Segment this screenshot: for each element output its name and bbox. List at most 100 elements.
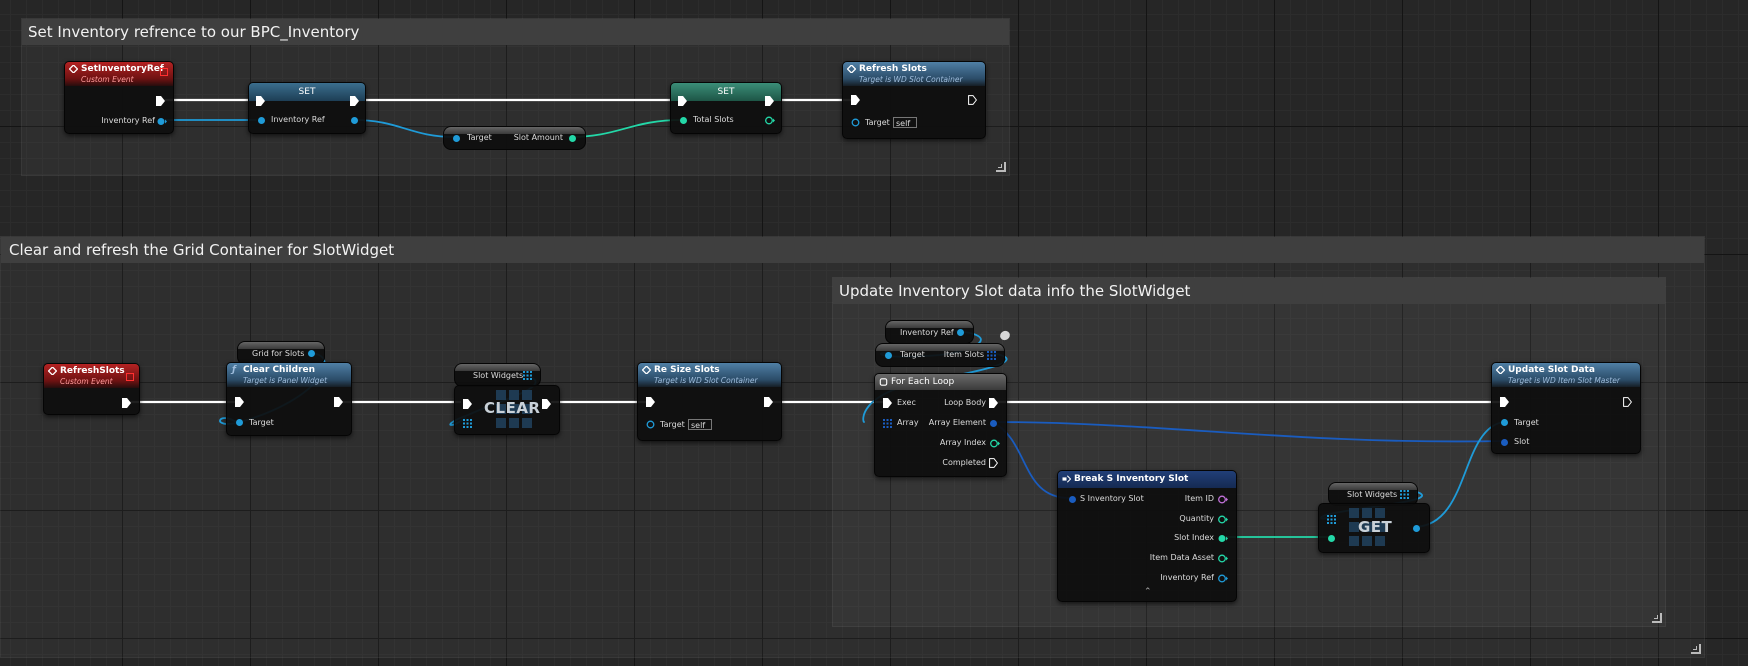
object-in-pin[interactable] xyxy=(235,418,244,427)
integer-out-pin[interactable] xyxy=(568,134,577,143)
exec-out-pin[interactable] xyxy=(764,397,773,407)
struct-in-pin[interactable] xyxy=(1500,438,1509,447)
node-title: SET xyxy=(717,87,735,97)
object-out-pin[interactable] xyxy=(157,117,167,126)
struct-out-pin[interactable] xyxy=(989,419,998,428)
object-in-pin[interactable] xyxy=(851,118,861,127)
event-icon xyxy=(69,65,78,73)
break-inventory-slot-node[interactable]: Break S Inventory Slot S Inventory Slot … xyxy=(1057,470,1237,602)
pin-label-target: Target xyxy=(1514,418,1539,427)
name-out-pin[interactable] xyxy=(1218,495,1228,504)
struct-in-pin[interactable] xyxy=(1068,495,1077,504)
object-in-pin[interactable] xyxy=(646,420,656,429)
array-clear-node[interactable]: CLEAR xyxy=(454,385,560,435)
integer-out-pin[interactable] xyxy=(1218,534,1228,543)
function-f-icon: ƒ xyxy=(232,365,236,375)
slot-widgets-getter-node-1[interactable]: Slot Widgets xyxy=(454,363,541,387)
integer-in-pin[interactable] xyxy=(679,116,688,125)
node-header: RefreshSlots Custom Event xyxy=(44,364,139,388)
for-each-loop-node[interactable]: For Each Loop Exec Loop Body Array Array… xyxy=(874,373,1007,477)
array-in-pin[interactable] xyxy=(463,419,472,428)
item-slots-getter-node[interactable]: Target Item Slots xyxy=(875,343,1005,367)
pin-label-inventory-ref: Inventory Ref xyxy=(271,115,325,124)
update-slot-data-node[interactable]: Update Slot Data Target is WD Item Slot … xyxy=(1491,362,1641,454)
exec-out-pin[interactable] xyxy=(765,96,774,106)
object-out-pin[interactable] xyxy=(1218,554,1228,563)
exec-in-pin[interactable] xyxy=(235,397,244,407)
exec-in-pin[interactable] xyxy=(256,96,265,106)
exec-in-pin[interactable] xyxy=(646,397,655,407)
object-in-pin[interactable] xyxy=(884,351,893,360)
node-header: SetInventoryRef Custom Event xyxy=(65,62,173,86)
break-struct-icon xyxy=(1062,475,1071,483)
exec-out-pin[interactable] xyxy=(989,458,998,468)
exec-in-pin[interactable] xyxy=(1500,397,1509,407)
object-in-pin[interactable] xyxy=(1500,418,1509,427)
object-in-pin[interactable] xyxy=(257,116,266,125)
node-title: Update Slot Data xyxy=(1508,365,1595,375)
integer-out-pin[interactable] xyxy=(990,439,1000,448)
exec-out-pin[interactable] xyxy=(122,398,131,408)
object-out-pin[interactable] xyxy=(956,328,965,337)
pin-label-item-id: Item ID xyxy=(1184,494,1214,503)
array-in-pin[interactable] xyxy=(1327,515,1336,524)
exec-out-pin[interactable] xyxy=(156,96,165,106)
set-total-slots-node[interactable]: SET Total Slots xyxy=(670,82,782,134)
exec-in-pin[interactable] xyxy=(463,399,472,409)
exec-out-pin[interactable] xyxy=(350,96,359,106)
delegate-pin-icon[interactable] xyxy=(160,68,168,76)
pin-label-inventory-ref: Inventory Ref xyxy=(101,116,155,125)
inventory-ref-getter-node[interactable]: Inventory Ref xyxy=(885,320,974,344)
node-title: Break S Inventory Slot xyxy=(1074,474,1189,484)
pin-label-inventory-ref: Inventory Ref xyxy=(1160,573,1214,582)
node-title: Re Size Slots xyxy=(654,365,720,375)
array-out-pin[interactable] xyxy=(523,371,532,380)
array-in-pin[interactable] xyxy=(883,419,892,428)
getter-label: Inventory Ref xyxy=(900,328,954,337)
set-inventory-ref-node[interactable]: SET Inventory Ref xyxy=(248,82,366,134)
node-header: For Each Loop xyxy=(875,374,1006,390)
exec-out-pin[interactable] xyxy=(542,399,551,409)
getter-label: Grid for Slots xyxy=(252,349,305,358)
pin-label-target: Target xyxy=(467,133,492,142)
target-self-field[interactable]: self xyxy=(893,117,917,128)
object-out-pin[interactable] xyxy=(1412,524,1421,533)
pin-label-quantity: Quantity xyxy=(1179,514,1214,523)
function-icon xyxy=(1496,366,1505,374)
exec-out-pin[interactable] xyxy=(989,398,998,408)
node-subtitle: Target is WD Slot Container xyxy=(859,75,963,84)
function-icon xyxy=(642,366,651,374)
target-self-field[interactable]: self xyxy=(688,419,712,430)
exec-in-pin[interactable] xyxy=(851,95,860,105)
clear-children-node[interactable]: ƒ Clear Children Target is Panel Widget … xyxy=(226,362,352,436)
getter-label: Slot Widgets xyxy=(473,371,524,380)
node-header: ƒ Clear Children Target is Panel Widget xyxy=(227,363,351,387)
node-title: For Each Loop xyxy=(891,377,955,387)
refresh-slots-event-node[interactable]: RefreshSlots Custom Event xyxy=(43,363,140,415)
exec-out-pin[interactable] xyxy=(334,397,343,407)
exec-out-pin[interactable] xyxy=(968,95,977,105)
object-out-pin[interactable] xyxy=(350,116,359,125)
array-get-node[interactable]: GET xyxy=(1318,503,1430,553)
exec-in-pin[interactable] xyxy=(678,96,687,106)
set-inventory-ref-event-node[interactable]: SetInventoryRef Custom Event Inventory R… xyxy=(64,61,174,134)
object-out-pin[interactable] xyxy=(1218,574,1228,583)
integer-out-pin[interactable] xyxy=(1218,515,1228,524)
loop-icon xyxy=(879,378,888,386)
refresh-slots-call-node[interactable]: Refresh Slots Target is WD Slot Containe… xyxy=(842,61,986,139)
object-out-pin[interactable] xyxy=(307,349,316,358)
integer-in-pin[interactable] xyxy=(1327,534,1336,543)
exec-in-pin[interactable] xyxy=(883,398,892,408)
resize-slots-node[interactable]: Re Size Slots Target is WD Slot Containe… xyxy=(637,362,782,441)
integer-out-pin[interactable] xyxy=(765,116,775,125)
collapse-chevron-icon[interactable]: ⌃ xyxy=(1144,587,1152,597)
delegate-pin-icon[interactable] xyxy=(126,373,134,381)
node-header: SET xyxy=(249,83,365,101)
exec-out-pin[interactable] xyxy=(1623,397,1632,407)
pin-label-item-slots: Item Slots xyxy=(943,350,984,359)
slot-amount-getter-node[interactable]: Target Slot Amount xyxy=(443,126,586,150)
pin-label-array-index: Array Index xyxy=(939,438,986,447)
array-out-pin[interactable] xyxy=(987,351,996,360)
array-out-pin[interactable] xyxy=(1400,490,1409,499)
object-in-pin[interactable] xyxy=(452,134,461,143)
